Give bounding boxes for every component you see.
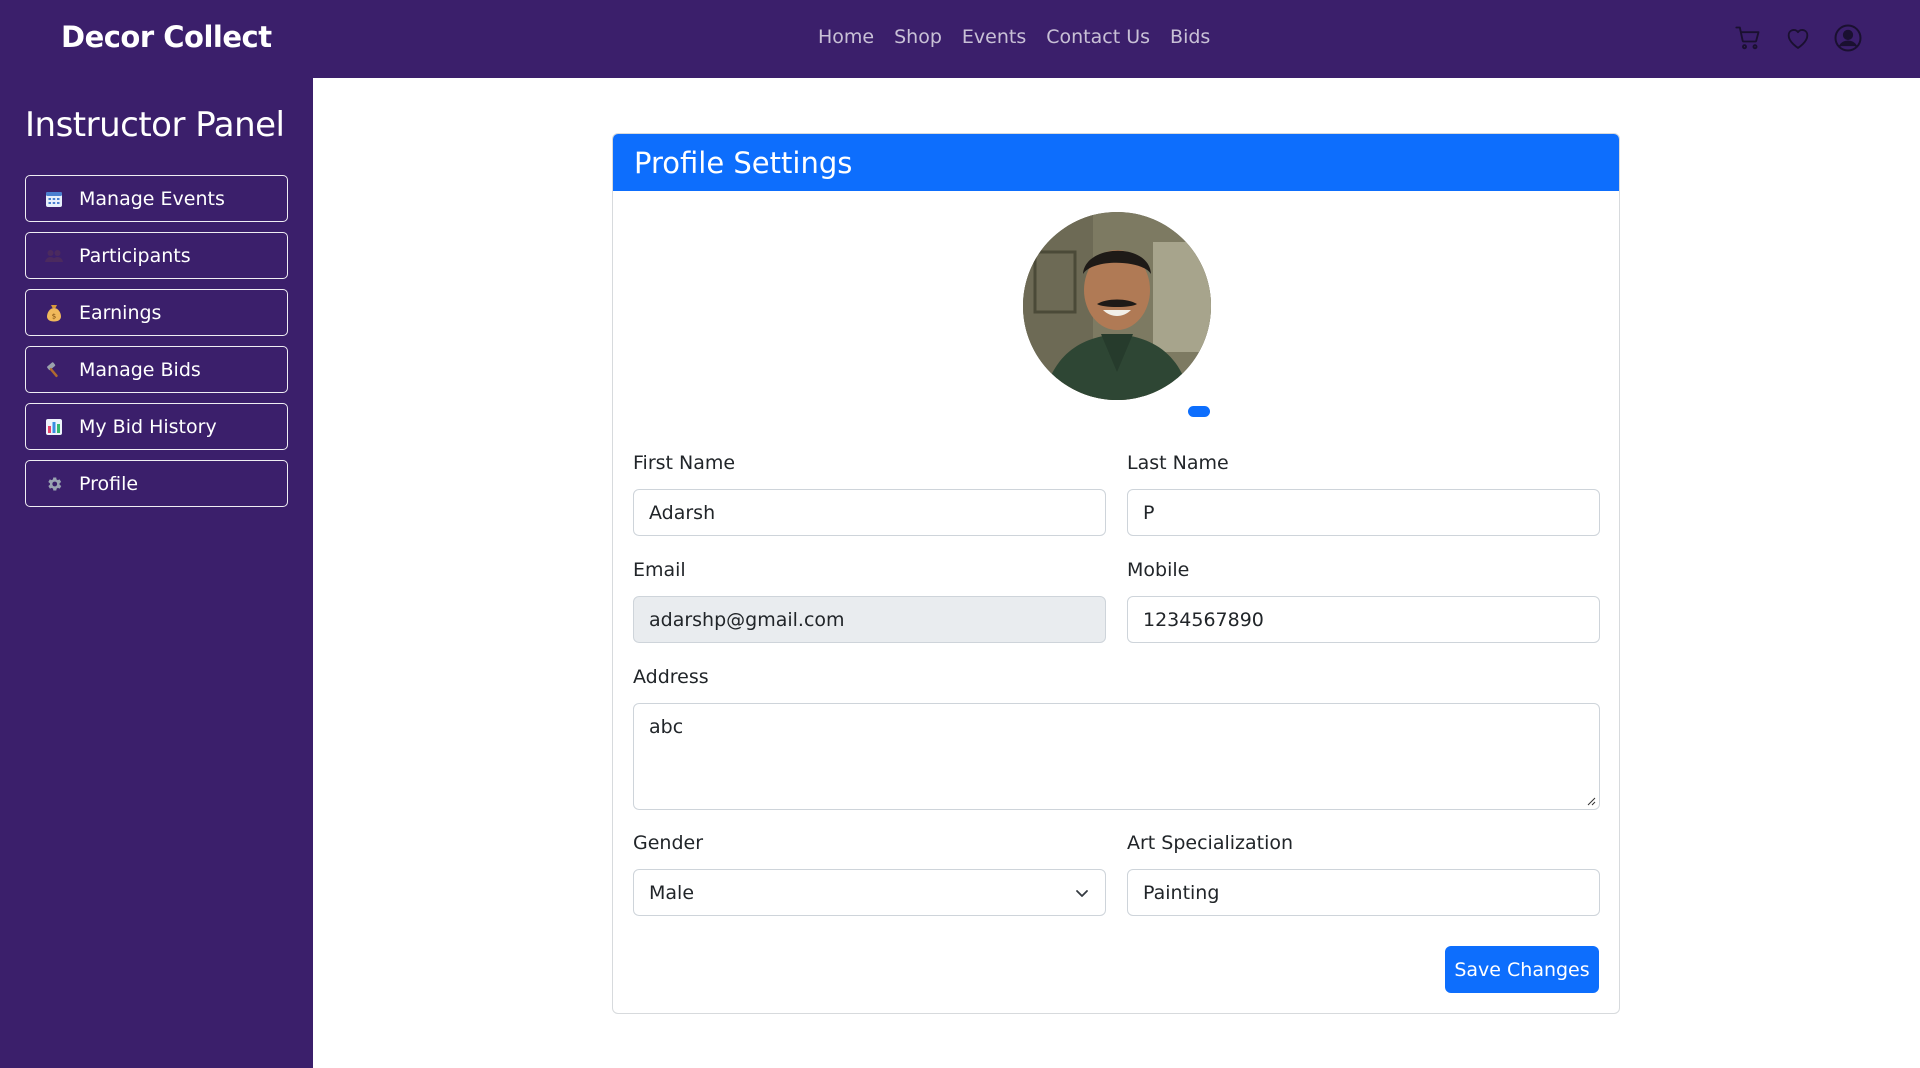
card-title: Profile Settings <box>634 145 853 180</box>
nav-link-events[interactable]: Events <box>962 26 1026 48</box>
last-name-value: P <box>1143 501 1155 524</box>
brand-logo[interactable]: Decor Collect <box>61 20 272 54</box>
gear-icon <box>44 474 64 494</box>
nav-link-bids[interactable]: Bids <box>1170 26 1210 48</box>
sidebar-item-participants[interactable]: Participants <box>25 232 288 279</box>
resize-grip-icon[interactable] <box>1586 796 1596 806</box>
top-navbar: Decor Collect Home Shop Events Contact U… <box>0 0 1920 78</box>
card-header: Profile Settings <box>613 134 1619 191</box>
nav-link-shop[interactable]: Shop <box>894 26 942 48</box>
save-changes-button[interactable]: Save Changes <box>1445 946 1599 993</box>
address-label: Address <box>633 666 709 688</box>
address-value: abc <box>649 716 684 738</box>
mobile-value: 1234567890 <box>1143 608 1264 631</box>
mobile-label: Mobile <box>1127 559 1190 581</box>
profile-avatar[interactable] <box>1023 212 1211 400</box>
sidebar-item-my-bid-history[interactable]: My Bid History <box>25 403 288 450</box>
profile-settings-card: Profile Settings First Name Adarsh Last … <box>612 133 1620 1014</box>
heart-icon[interactable] <box>1782 22 1814 54</box>
email-value: adarshp@gmail.com <box>649 608 845 631</box>
art-specialization-label: Art Specialization <box>1127 832 1294 854</box>
art-specialization-value: Painting <box>1143 881 1220 904</box>
sidebar-item-manage-events[interactable]: Manage Events <box>25 175 288 222</box>
nav-link-home[interactable]: Home <box>818 26 874 48</box>
sidebar-item-label: Manage Events <box>79 187 225 210</box>
first-name-value: Adarsh <box>649 501 716 524</box>
first-name-label: First Name <box>633 452 736 474</box>
people-icon <box>44 246 64 266</box>
money-bag-icon: $ <box>44 303 64 323</box>
art-specialization-input[interactable]: Painting <box>1127 869 1600 916</box>
sidebar-item-earnings[interactable]: $ Earnings <box>25 289 288 336</box>
gender-label: Gender <box>633 832 704 854</box>
sidebar-item-label: Manage Bids <box>79 358 201 381</box>
hammer-icon <box>44 360 64 380</box>
sidebar-item-profile[interactable]: Profile <box>25 460 288 507</box>
nav-links: Home Shop Events Contact Us Bids <box>818 26 1210 48</box>
gender-value: Male <box>649 881 695 904</box>
last-name-input[interactable]: P <box>1127 489 1600 536</box>
last-name-label: Last Name <box>1127 452 1229 474</box>
gender-select[interactable]: Male <box>633 869 1106 916</box>
avatar-upload-handle[interactable] <box>1188 406 1210 417</box>
email-label: Email <box>633 559 686 581</box>
sidebar-title: Instructor Panel <box>25 105 285 145</box>
chevron-down-icon <box>1076 890 1088 897</box>
sidebar-item-manage-bids[interactable]: Manage Bids <box>25 346 288 393</box>
cart-icon[interactable] <box>1732 22 1764 54</box>
sidebar-item-label: Participants <box>79 244 191 267</box>
address-textarea[interactable]: abc <box>633 703 1600 810</box>
sidebar: Instructor Panel Manage Events Participa… <box>0 78 313 1068</box>
sidebar-item-label: My Bid History <box>79 415 217 438</box>
nav-icons <box>1732 22 1864 54</box>
calendar-icon <box>44 189 64 209</box>
sidebar-item-label: Profile <box>79 472 139 495</box>
nav-link-contact-us[interactable]: Contact Us <box>1046 26 1150 48</box>
sidebar-menu: Manage Events Participants $ Earnings Ma… <box>25 175 288 517</box>
mobile-input[interactable]: 1234567890 <box>1127 596 1600 643</box>
sidebar-item-label: Earnings <box>79 301 162 324</box>
email-input: adarshp@gmail.com <box>633 596 1106 643</box>
svg-text:$: $ <box>52 312 56 320</box>
user-circle-icon[interactable] <box>1832 22 1864 54</box>
first-name-input[interactable]: Adarsh <box>633 489 1106 536</box>
bar-chart-icon <box>44 417 64 437</box>
